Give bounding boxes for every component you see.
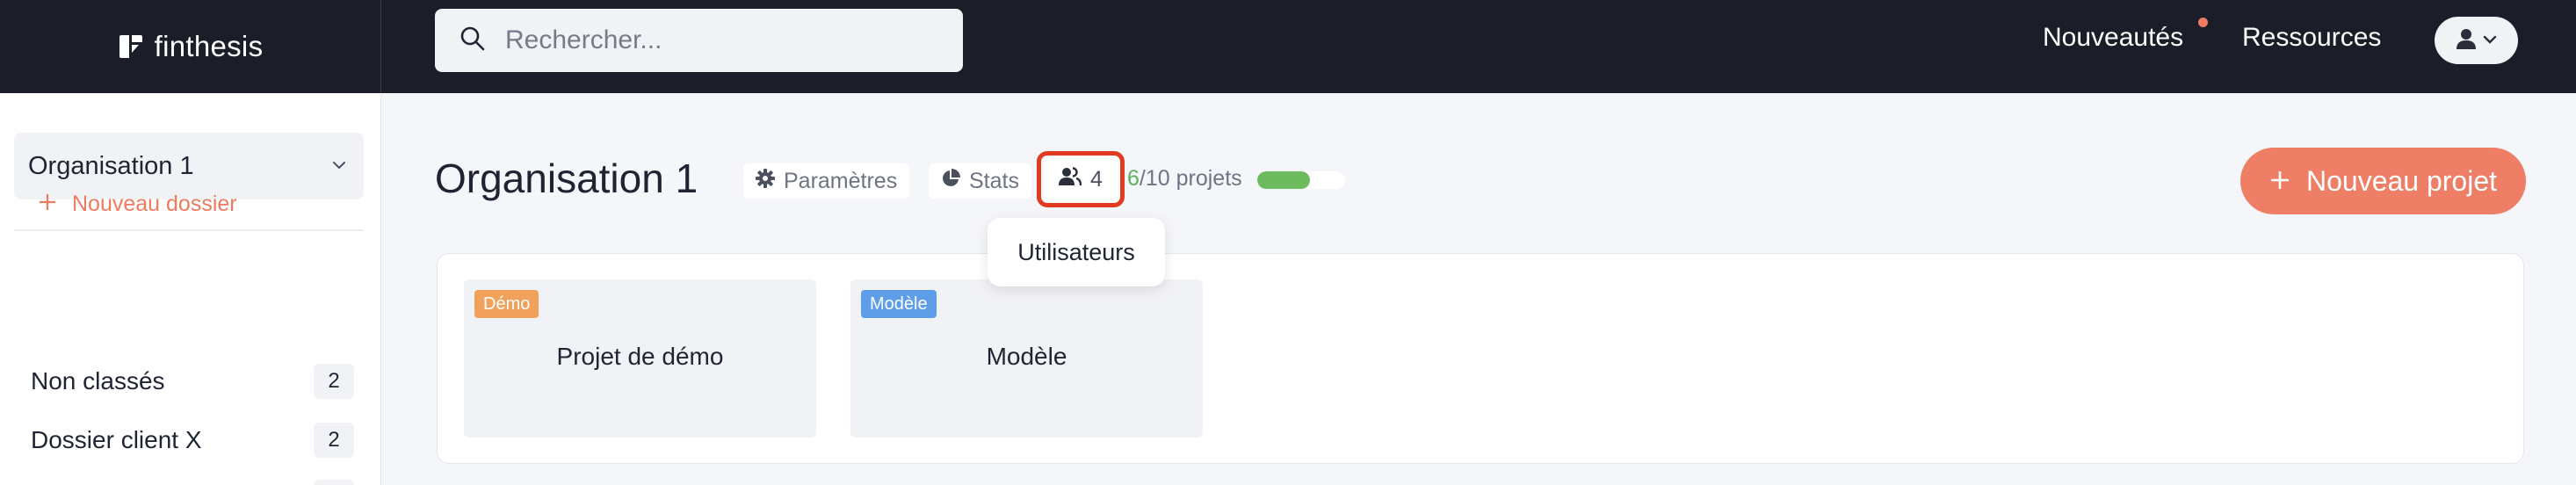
stats-label: Stats (969, 168, 1019, 193)
search-box[interactable] (435, 9, 963, 72)
folder-name: Dossier client X (31, 426, 202, 453)
quota-progress-bar (1257, 171, 1345, 189)
pie-chart-icon (941, 168, 960, 194)
settings-label: Paramètres (784, 168, 898, 193)
news-notification-dot (2198, 18, 2208, 27)
sidebar-item-folder[interactable]: Dossier client X 2 (31, 422, 354, 459)
stats-button[interactable]: Stats (929, 163, 1031, 199)
quota-used: 6 (1127, 166, 1140, 191)
page-title: Organisation 1 (435, 156, 698, 201)
folder-count-badge: 2 (314, 364, 354, 399)
nav-resources-link[interactable]: Ressources (2242, 23, 2381, 53)
project-card-demo[interactable]: Démo Projet de démo (464, 279, 816, 438)
new-folder-button[interactable]: Nouveau dossier (39, 192, 237, 217)
sidebar-divider (14, 229, 364, 231)
top-bar: finthesis Nouveautés Ressources (0, 0, 2576, 93)
project-title: Projet de démo (556, 343, 724, 370)
brand-name: finthesis (154, 30, 264, 62)
quota-progress-fill (1257, 171, 1310, 189)
users-count: 4 (1090, 166, 1103, 192)
search-input[interactable] (505, 25, 927, 55)
user-avatar-icon (2456, 28, 2476, 54)
finthesis-logo-icon (118, 33, 144, 60)
project-badge: Modèle (861, 290, 937, 318)
quota-total: /10 projets (1139, 166, 1242, 191)
search-icon (459, 25, 486, 56)
new-project-button[interactable]: Nouveau projet (2240, 148, 2526, 214)
new-folder-label: Nouveau dossier (72, 192, 237, 216)
project-quota: 6/10 projets (1127, 166, 1242, 192)
organisation-select[interactable]: Organisation 1 (14, 133, 364, 199)
chevron-down-icon (332, 158, 346, 174)
users-icon (1059, 166, 1082, 192)
sidebar-item-folder[interactable]: Non classés 2 (31, 363, 354, 400)
settings-button[interactable]: Paramètres (743, 163, 910, 199)
chevron-down-icon (2483, 33, 2497, 48)
brand-logo[interactable]: finthesis (0, 0, 381, 93)
folder-name: Non classés (31, 367, 165, 395)
project-title: Modèle (986, 343, 1067, 370)
plus-icon (2269, 165, 2290, 198)
folder-count-badge: 2 (314, 423, 354, 458)
project-badge: Démo (474, 290, 539, 318)
gear-icon (756, 168, 775, 194)
folder-count-badge-partial (314, 480, 354, 485)
organisation-select-value: Organisation 1 (28, 151, 194, 180)
new-project-label: Nouveau projet (2305, 164, 2498, 197)
user-menu-button[interactable] (2435, 17, 2518, 64)
plus-icon (39, 192, 56, 217)
nav-news-link[interactable]: Nouveautés (2043, 23, 2183, 53)
users-button[interactable]: 4 (1037, 151, 1125, 207)
users-tooltip: Utilisateurs (988, 218, 1165, 286)
project-card-model[interactable]: Modèle Modèle (850, 279, 1203, 438)
